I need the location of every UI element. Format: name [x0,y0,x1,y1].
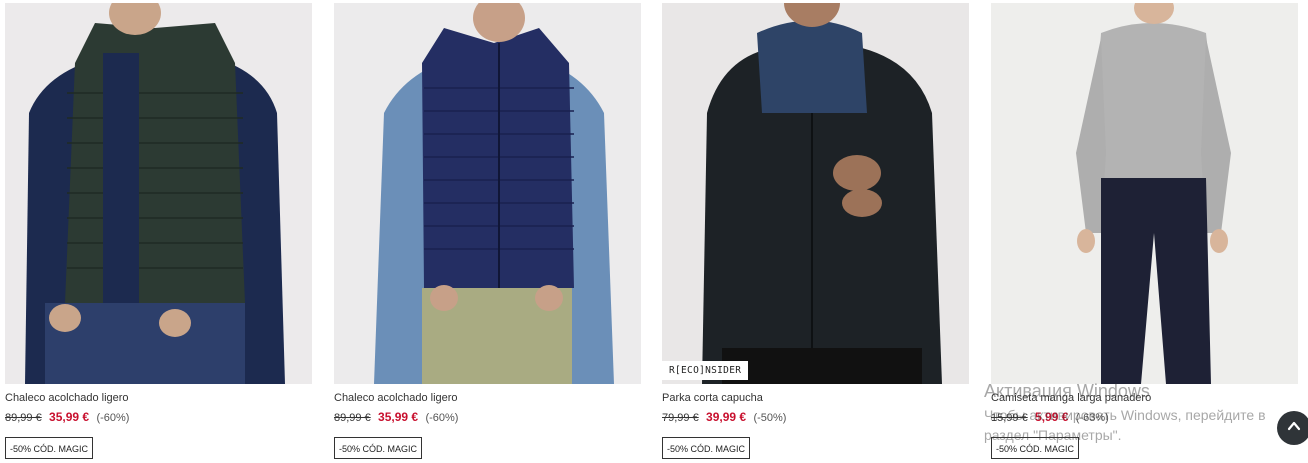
product-card[interactable]: R[ECO]NSIDER Parka corta capucha 79,99 €… [662,0,969,463]
original-price: 89,99 € [334,412,371,424]
product-image[interactable] [334,3,641,384]
chevron-up-icon [1286,418,1302,439]
product-card[interactable]: Camiseta manga larga panadero 15,99 € 5,… [991,0,1298,463]
product-name[interactable]: Parka corta capucha [662,392,763,404]
discount-percent: (-50%) [753,412,787,424]
sale-price: 39,99 € [706,410,747,424]
promo-badge: -50% CÓD. MAGIC [662,437,751,459]
product-image[interactable]: R[ECO]NSIDER [662,3,969,384]
price-row: 79,99 € 39,99 € (-50%) [662,410,786,424]
original-price: 89,99 € [5,412,42,424]
product-card[interactable]: Chaleco acolchado ligero 89,99 € 35,99 €… [5,0,312,463]
product-image[interactable] [991,3,1298,384]
discount-percent: (-60%) [425,412,459,424]
sale-price: 35,99 € [378,410,419,424]
product-name[interactable]: Camiseta manga larga panadero [991,392,1151,404]
discount-percent: (-60%) [96,412,130,424]
promo-badge: -50% CÓD. MAGIC [334,437,423,459]
scroll-to-top-button[interactable] [1277,411,1308,445]
product-grid: Chaleco acolchado ligero 89,99 € 35,99 €… [0,0,1308,463]
promo-badge: -50% CÓD. MAGIC [5,437,94,459]
original-price: 79,99 € [662,412,699,424]
promo-badge: -50% CÓD. MAGIC [991,437,1080,459]
product-name[interactable]: Chaleco acolchado ligero [334,392,458,404]
collection-tag: R[ECO]NSIDER [662,361,749,380]
price-row: 89,99 € 35,99 € (-60%) [5,410,129,424]
product-card[interactable]: Chaleco acolchado ligero 89,99 € 35,99 €… [334,0,641,463]
price-row: 89,99 € 35,99 € (-60%) [334,410,458,424]
original-price: 15,99 € [991,412,1028,424]
product-image[interactable] [5,3,312,384]
sale-price: 35,99 € [49,410,90,424]
product-name[interactable]: Chaleco acolchado ligero [5,392,129,404]
discount-percent: (-63%) [1075,412,1109,424]
sale-price: 5,99 € [1035,410,1069,424]
price-row: 15,99 € 5,99 € (-63%) [991,410,1109,424]
